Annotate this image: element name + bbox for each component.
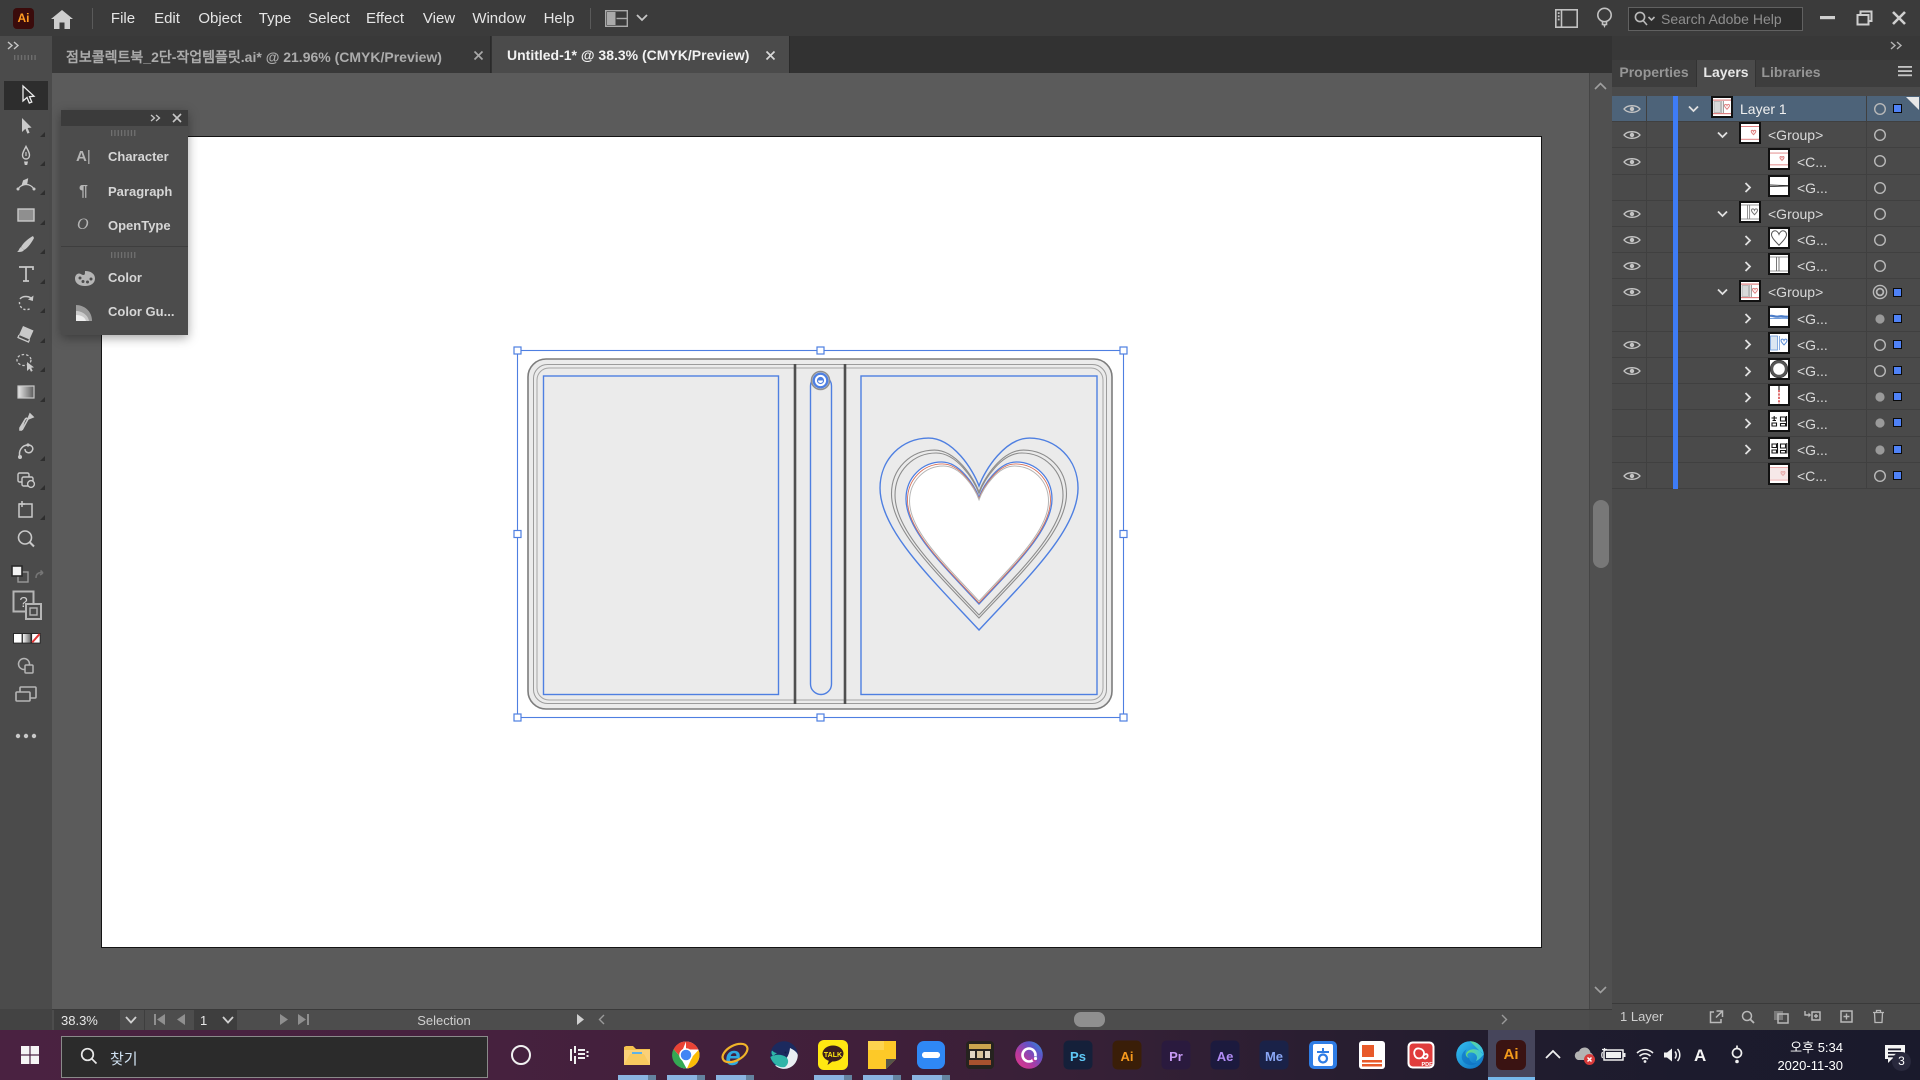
svg-text:Pr: Pr — [1169, 1049, 1183, 1064]
svg-text:Me: Me — [1265, 1049, 1283, 1064]
svg-text:Ps: Ps — [1070, 1049, 1086, 1064]
svg-text:Ai: Ai — [1121, 1049, 1134, 1064]
svg-text:Ae: Ae — [1217, 1049, 1234, 1064]
svg-text:TALK: TALK — [824, 1052, 842, 1059]
svg-text:PDF: PDF — [1422, 1062, 1434, 1068]
